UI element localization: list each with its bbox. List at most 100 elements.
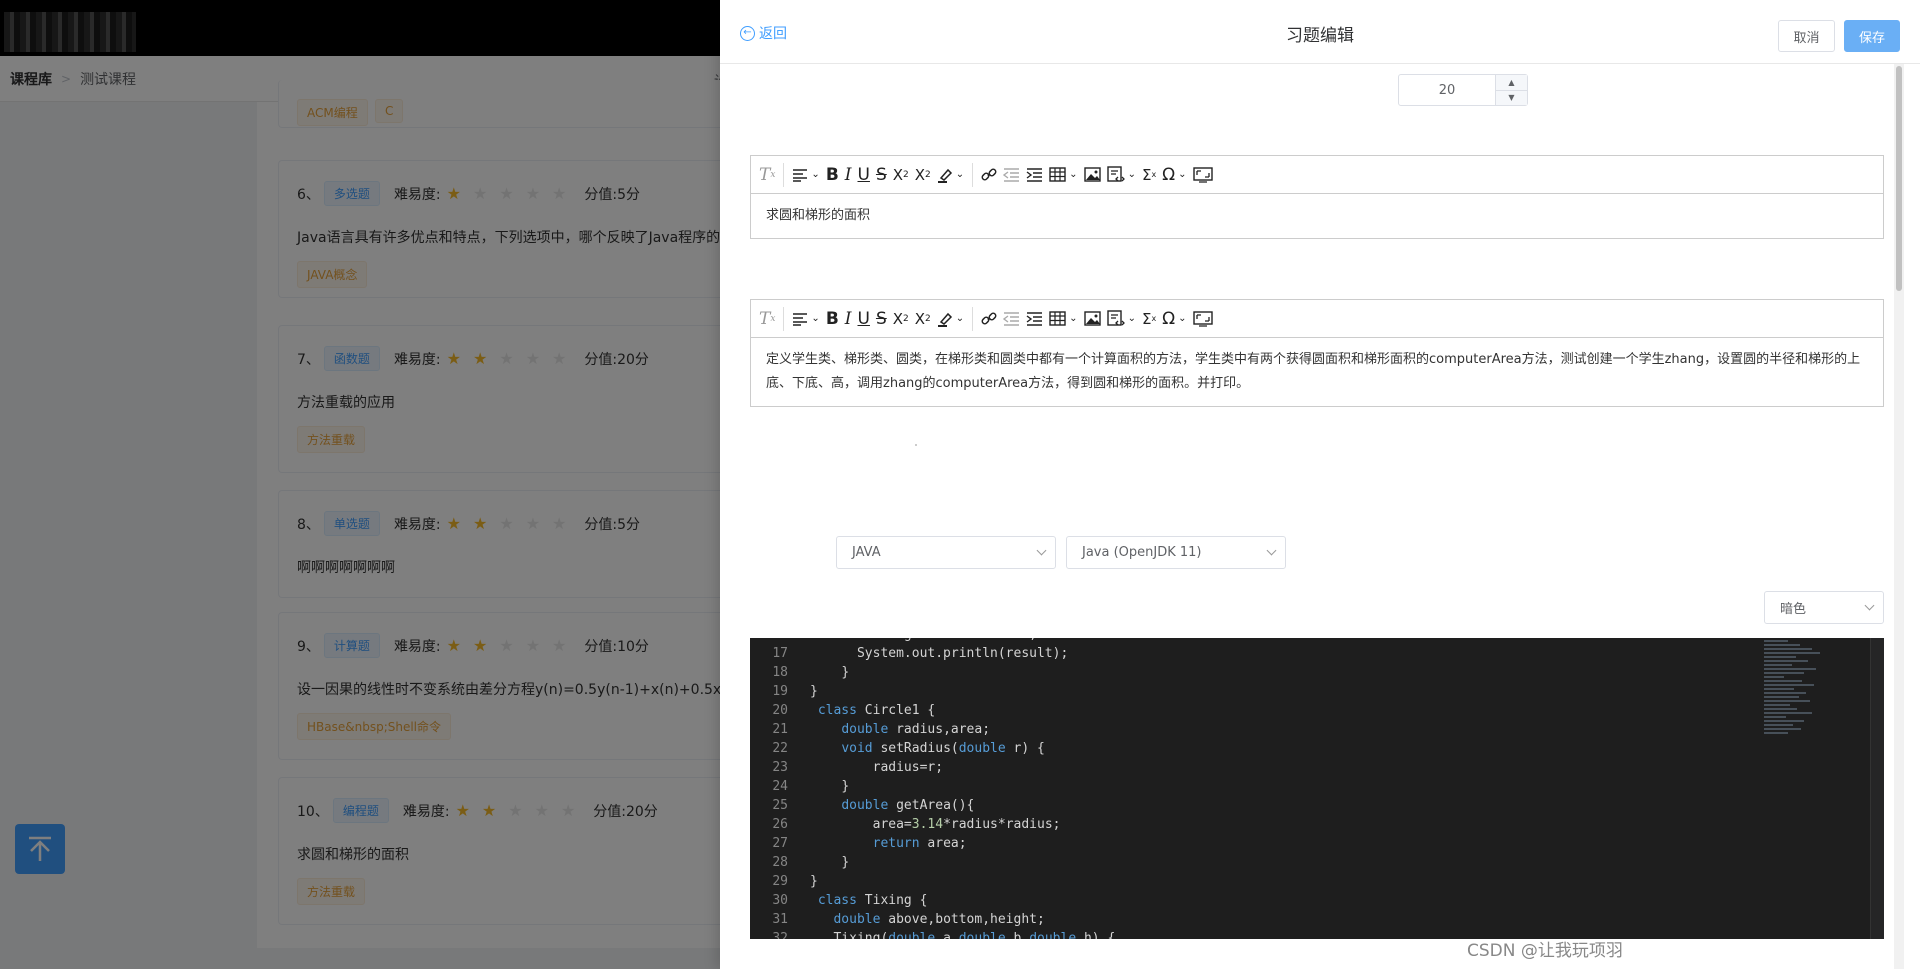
fullscreen-icon[interactable] bbox=[1192, 161, 1213, 189]
drawer-header: ← 返回 习题编辑 取消 保存 bbox=[720, 0, 1920, 64]
scrollbar-thumb[interactable] bbox=[1896, 66, 1902, 291]
italic-icon[interactable]: I bbox=[845, 305, 852, 333]
code-line: 26 area=3.14*radius*radius; bbox=[750, 815, 1115, 834]
subscript-icon[interactable]: X2 bbox=[893, 161, 909, 189]
save-button[interactable]: 保存 bbox=[1844, 20, 1900, 52]
code-line: 19} bbox=[750, 682, 1115, 701]
editor-toolbar: Tx ⌄ B I U S X2 X2 ⌄ ⌄ ⌄ Σx Ω ⌄ bbox=[751, 156, 1883, 194]
subscript-icon[interactable]: X2 bbox=[893, 305, 909, 333]
chevron-down-icon bbox=[1864, 600, 1875, 611]
outdent-icon[interactable] bbox=[1003, 161, 1020, 189]
minimap-line bbox=[1764, 728, 1801, 730]
minimap-line bbox=[1764, 676, 1784, 678]
minimap-line bbox=[1764, 644, 1800, 646]
score-input-value[interactable]: 20 bbox=[1399, 75, 1495, 105]
code-text: double getArea(){ bbox=[841, 798, 975, 813]
minimap-line bbox=[1764, 648, 1812, 650]
table-icon[interactable]: ⌄ bbox=[1049, 305, 1078, 333]
code-line: 22 void setRadius(double r) { bbox=[750, 739, 1115, 758]
minimap-line bbox=[1764, 700, 1811, 702]
chevron-down-icon bbox=[1036, 545, 1047, 556]
code-block-icon[interactable]: ⌄ bbox=[1106, 161, 1136, 189]
bold-icon[interactable]: B bbox=[826, 161, 839, 189]
code-text: double radius,area; bbox=[841, 722, 991, 737]
line-number: 24 bbox=[772, 779, 788, 794]
indent-icon[interactable] bbox=[1026, 305, 1043, 333]
strikethrough-icon[interactable]: S bbox=[876, 161, 887, 189]
language-select[interactable]: JAVA bbox=[836, 536, 1056, 569]
minimap-line bbox=[1764, 672, 1804, 674]
image-icon[interactable] bbox=[1083, 161, 1101, 189]
underline-icon[interactable]: U bbox=[858, 161, 870, 189]
code-scrollbar[interactable] bbox=[1870, 638, 1884, 939]
minimap-line bbox=[1764, 704, 1791, 706]
back-button[interactable]: ← 返回 bbox=[740, 23, 787, 43]
code-line: 32 Tixing(double a,double b,double h) { bbox=[750, 929, 1115, 939]
code-line: 17 System.out.println(result); bbox=[750, 644, 1115, 663]
minimap-line bbox=[1764, 680, 1803, 682]
clear-format-icon[interactable]: Tx bbox=[759, 305, 775, 333]
compiler-select[interactable]: Java (OpenJDK 11) bbox=[1066, 536, 1286, 569]
score-number-input[interactable]: 20 ▲ ▼ bbox=[1398, 74, 1528, 106]
link-icon[interactable] bbox=[981, 161, 997, 189]
minimap-line bbox=[1764, 716, 1786, 718]
compiler-select-value: Java (OpenJDK 11) bbox=[1082, 545, 1202, 560]
code-text: } bbox=[841, 855, 850, 870]
italic-icon[interactable]: I bbox=[845, 161, 852, 189]
decorative-dot bbox=[915, 444, 917, 446]
editor-content[interactable]: 求圆和梯形的面积 bbox=[751, 194, 1883, 238]
line-number: 31 bbox=[772, 912, 788, 927]
question-edit-drawer: ← 返回 习题编辑 取消 保存 20 ▲ ▼ Tx ⌄ B I U S X2 X… bbox=[720, 0, 1920, 969]
code-lines: 16 Integer result = ...;17 System.out.pr… bbox=[750, 638, 1115, 939]
fullscreen-icon[interactable] bbox=[1192, 305, 1213, 333]
minimap-line bbox=[1764, 652, 1820, 654]
code-line: 31 double above,bottom,height; bbox=[750, 910, 1115, 929]
minimap-line bbox=[1764, 688, 1795, 690]
table-icon[interactable]: ⌄ bbox=[1049, 161, 1078, 189]
theme-select[interactable]: 暗色 bbox=[1764, 591, 1884, 624]
line-number: 29 bbox=[772, 874, 788, 889]
minimap-line bbox=[1764, 708, 1797, 710]
highlight-icon[interactable]: ⌄ bbox=[937, 305, 964, 333]
formula-icon[interactable]: Σx bbox=[1142, 161, 1156, 189]
code-block-icon[interactable]: ⌄ bbox=[1106, 305, 1136, 333]
outdent-icon[interactable] bbox=[1003, 305, 1020, 333]
minimap-line bbox=[1764, 724, 1793, 726]
superscript-icon[interactable]: X2 bbox=[915, 305, 931, 333]
code-text: class Tixing { bbox=[817, 893, 928, 908]
code-line: 29} bbox=[750, 872, 1115, 891]
editor-content[interactable]: 定义学生类、梯形类、圆类，在梯形类和圆类中都有一个计算面积的方法，学生类中有两个… bbox=[751, 338, 1883, 406]
minimap-line bbox=[1764, 696, 1800, 698]
strikethrough-icon[interactable]: S bbox=[876, 305, 887, 333]
line-number: 20 bbox=[772, 703, 788, 718]
line-number: 19 bbox=[772, 684, 788, 699]
code-text: } bbox=[841, 665, 850, 680]
align-icon[interactable]: ⌄ bbox=[792, 305, 820, 333]
drawer-scrollbar[interactable] bbox=[1894, 64, 1904, 969]
arrow-left-circle-icon: ← bbox=[740, 25, 755, 41]
formula-icon[interactable]: Σx bbox=[1142, 305, 1156, 333]
bold-icon[interactable]: B bbox=[826, 305, 839, 333]
special-char-icon[interactable]: Ω ⌄ bbox=[1162, 305, 1186, 333]
modal-overlay[interactable] bbox=[0, 0, 720, 969]
increment-icon[interactable]: ▲ bbox=[1496, 75, 1527, 91]
underline-icon[interactable]: U bbox=[858, 305, 870, 333]
code-minimap[interactable] bbox=[1764, 640, 1844, 740]
decrement-icon[interactable]: ▼ bbox=[1496, 91, 1527, 106]
cancel-button[interactable]: 取消 bbox=[1778, 20, 1835, 52]
drawer-title: 习题编辑 bbox=[1286, 26, 1354, 46]
link-icon[interactable] bbox=[981, 305, 997, 333]
highlight-icon[interactable]: ⌄ bbox=[937, 161, 964, 189]
minimap-line bbox=[1764, 732, 1788, 734]
code-line: 18 } bbox=[750, 663, 1115, 682]
image-icon[interactable] bbox=[1083, 305, 1101, 333]
align-icon[interactable]: ⌄ bbox=[792, 161, 820, 189]
superscript-icon[interactable]: X2 bbox=[915, 161, 931, 189]
code-text: Tixing(double a,double b,double h) { bbox=[833, 931, 1116, 939]
code-line: 27 return area; bbox=[750, 834, 1115, 853]
code-editor[interactable]: 16 Integer result = ...;17 System.out.pr… bbox=[750, 638, 1884, 939]
special-char-icon[interactable]: Ω ⌄ bbox=[1162, 161, 1186, 189]
indent-icon[interactable] bbox=[1026, 161, 1043, 189]
code-text: System.out.println(result); bbox=[856, 646, 1069, 661]
clear-format-icon[interactable]: Tx bbox=[759, 161, 775, 189]
